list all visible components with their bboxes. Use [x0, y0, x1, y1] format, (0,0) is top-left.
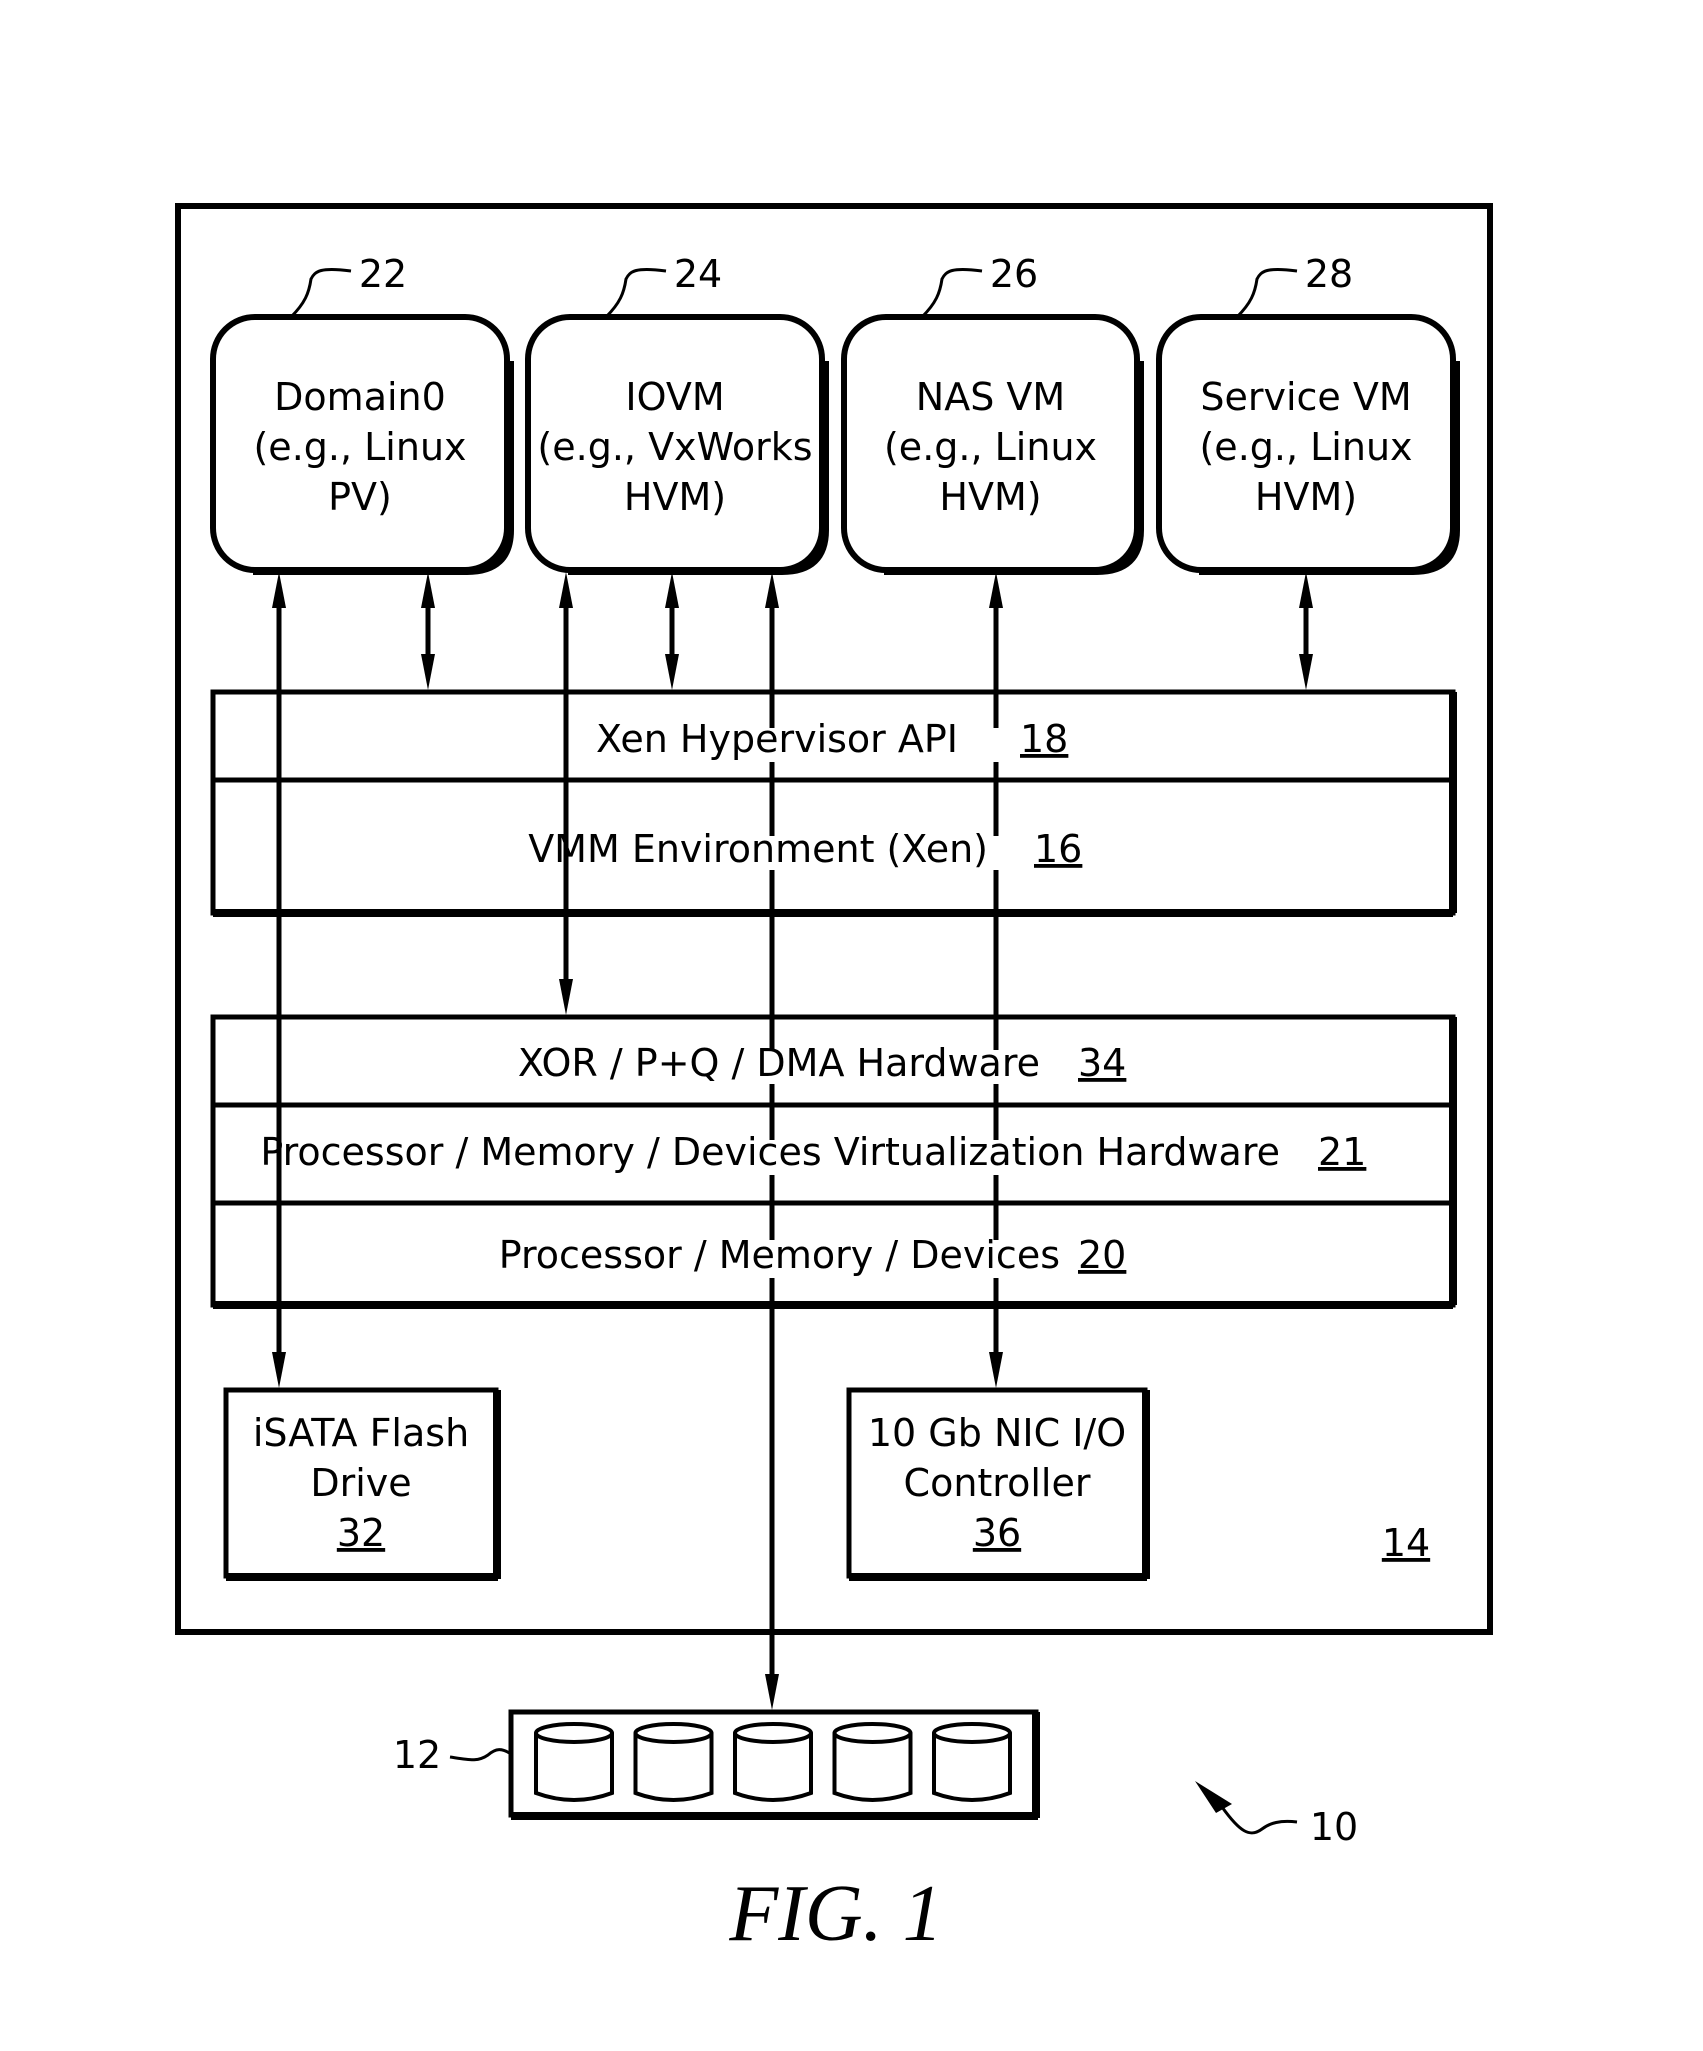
device-ref: 36 [973, 1511, 1021, 1555]
fig1-diagram: Domain0 (e.g., Linux PV) 22 IOVM (e.g., VxWor… [175, 203, 1493, 1958]
layer-processor-memory-devices: Processor / Memory / Devices 20 [499, 1233, 1127, 1277]
storage-ref-label: 12 [393, 1733, 441, 1777]
disk-icon [733, 1722, 813, 1802]
vm-label-line: Domain0 [274, 375, 446, 419]
storage-array [508, 1709, 1040, 1820]
device-label-line: 10 Gb NIC I/O [868, 1411, 1126, 1455]
layer-virtualization-hardware-text: Processor / Memory / Devices Virtualizat… [260, 1130, 1280, 1174]
vm-ref-label: 26 [990, 252, 1038, 296]
layer-processor-memory-devices-text: Processor / Memory / Devices [499, 1233, 1060, 1277]
vm-ref-label: 22 [359, 252, 407, 296]
layer-processor-memory-devices-ref: 20 [1078, 1233, 1126, 1277]
vm-label-line: (e.g., VxWorks [537, 425, 812, 469]
layer-xor-dma-hardware: XOR / P+Q / DMA Hardware 34 [518, 1041, 1126, 1085]
device-label-line: Drive [310, 1461, 411, 1505]
disk-icon [534, 1722, 614, 1802]
system-pointer-arrowhead [1195, 1781, 1232, 1813]
ref-leader-10 [1195, 1781, 1298, 1835]
host-ref-label: 14 [1382, 1521, 1430, 1565]
figure-caption: FIG. 1 [728, 1870, 942, 1958]
device-ref: 32 [337, 1511, 385, 1555]
layer-xor-dma-hardware-ref: 34 [1078, 1041, 1126, 1085]
vm-label-line: PV) [328, 475, 392, 519]
vm-label-line: NAS VM [916, 375, 1065, 419]
vm-label-line: HVM) [624, 475, 726, 519]
vm-label-line: HVM) [1255, 475, 1357, 519]
vm-label-line: (e.g., Linux [884, 425, 1097, 469]
vm-label-line: IOVM [625, 375, 724, 419]
system-ref-label: 10 [1310, 1805, 1358, 1849]
layer-xen-hypervisor-api-ref: 18 [1020, 717, 1068, 761]
vm-ref-label: 24 [674, 252, 722, 296]
device-label-line: Controller [904, 1461, 1091, 1505]
vm-label-line: (e.g., Linux [1199, 425, 1412, 469]
layer-xen-hypervisor-api-text: Xen Hypervisor API [596, 717, 958, 761]
disk-icon [633, 1722, 714, 1802]
layer-vmm-environment-text: VMM Environment (Xen) [528, 827, 988, 871]
arrowhead-down-icon [765, 1674, 779, 1710]
layer-vmm-environment-ref: 16 [1034, 827, 1082, 871]
vm-label-line: HVM) [939, 475, 1041, 519]
device-label-line: iSATA Flash [253, 1411, 469, 1455]
layer-xor-dma-hardware-text: XOR / P+Q / DMA Hardware [518, 1041, 1040, 1085]
disk-icon [932, 1722, 1012, 1802]
ref-leader-12 [449, 1748, 512, 1762]
vm-label-line: Service VM [1200, 375, 1411, 419]
layer-virtualization-hardware-ref: 21 [1318, 1130, 1366, 1174]
vm-ref-label: 28 [1305, 252, 1353, 296]
layer-virtualization-hardware: Processor / Memory / Devices Virtualizat… [260, 1130, 1366, 1174]
vm-label-line: (e.g., Linux [253, 425, 466, 469]
disk-icon [832, 1722, 913, 1802]
